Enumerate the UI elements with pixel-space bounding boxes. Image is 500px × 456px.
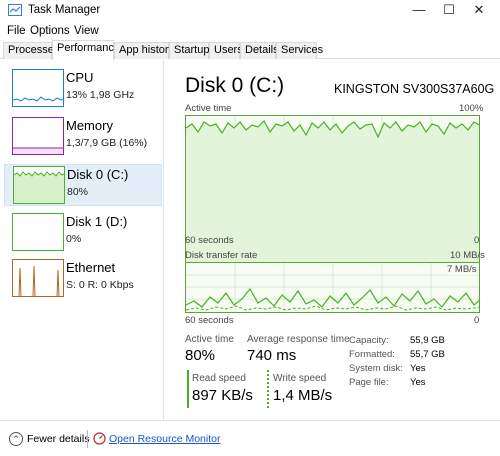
memory-thumbnail	[12, 117, 64, 155]
sidebar-item-value: 0%	[66, 233, 82, 245]
response-time-value: 740 ms	[247, 347, 297, 364]
sidebar-item-disk-1[interactable]: Disk 1 (D:) 0%	[4, 212, 162, 254]
system-disk-value: Yes	[410, 363, 426, 374]
tab-details[interactable]: Details	[240, 42, 279, 59]
tab-services[interactable]: Services	[276, 42, 323, 59]
sidebar-item-cpu[interactable]: CPU 13% 1,98 GHz	[4, 68, 162, 110]
page-file-label: Page file:	[349, 377, 389, 388]
menu-options[interactable]: Options	[30, 25, 70, 37]
read-speed-value: 897 KB/s	[192, 387, 253, 404]
sidebar-item-disk-0[interactable]: Disk 0 (C:) 80%	[4, 164, 162, 206]
minimize-button[interactable]: —	[404, 0, 434, 20]
transfer-graph-label: Disk transfer rate	[185, 250, 258, 261]
read-speed-indicator	[187, 370, 189, 408]
tab-users[interactable]: Users	[209, 42, 243, 59]
resource-monitor-icon	[93, 432, 106, 445]
active-time-graph-span: 60 seconds	[185, 235, 234, 246]
footer-bar: ⌃ Fewer details Open Resource Monitor	[0, 420, 500, 456]
transfer-graph-max: 10 MB/s	[450, 250, 485, 261]
menu-view[interactable]: View	[74, 25, 99, 37]
system-disk-label: System disk:	[349, 363, 403, 374]
disk-1-thumbnail	[12, 213, 64, 251]
capacity-label: Capacity:	[349, 335, 389, 346]
task-manager-icon	[8, 4, 22, 16]
title-bar: Task Manager — ☐ ✕	[0, 0, 500, 22]
close-button[interactable]: ✕	[464, 0, 494, 20]
read-speed-label: Read speed	[192, 373, 246, 384]
sidebar-item-value: 1,3/7,9 GB (16%)	[66, 137, 148, 149]
page-title: Disk 0 (C:)	[185, 74, 285, 97]
sidebar-item-memory[interactable]: Memory 1,3/7,9 GB (16%)	[4, 116, 162, 158]
active-time-label: Active time	[185, 334, 234, 345]
active-time-graph-min: 0	[474, 235, 480, 246]
sidebar-item-value: 80%	[67, 186, 89, 198]
response-time-label: Average response time	[247, 334, 350, 345]
ethernet-thumbnail	[12, 259, 64, 297]
transfer-graph-span: 60 seconds	[185, 315, 234, 326]
maximize-button[interactable]: ☐	[434, 0, 464, 20]
disk-detail-panel: Disk 0 (C:) KINGSTON SV300S37A60G Active…	[172, 60, 494, 420]
sidebar-item-value: S: 0 R: 0 Kbps	[66, 279, 134, 291]
write-speed-indicator	[267, 370, 269, 408]
write-speed-label: Write speed	[273, 373, 327, 384]
sidebar-item-label: CPU	[66, 70, 94, 85]
sidebar-item-value: 13% 1,98 GHz	[66, 89, 135, 101]
sidebar-item-label: Memory	[66, 118, 113, 133]
transfer-graph-inner-label: 7 MB/s	[447, 264, 477, 275]
tab-app-history[interactable]: App history	[114, 42, 174, 59]
open-resource-monitor-link[interactable]: Open Resource Monitor	[109, 433, 220, 445]
sidebar-item-label: Disk 0 (C:)	[67, 167, 129, 182]
transfer-graph	[185, 262, 480, 313]
formatted-label: Formatted:	[349, 349, 395, 360]
resource-sidebar: CPU 13% 1,98 GHz Memory 1,3/7,9 GB (16%)…	[0, 60, 164, 420]
sidebar-item-label: Disk 1 (D:)	[66, 214, 128, 229]
transfer-graph-min: 0	[474, 315, 480, 326]
chevron-up-icon[interactable]: ⌃	[9, 432, 23, 446]
page-file-value: Yes	[410, 377, 426, 388]
footer-divider	[87, 430, 88, 448]
tab-strip: Processes Performance App history Startu…	[0, 40, 500, 60]
write-speed-value: 1,4 MB/s	[273, 387, 333, 404]
cpu-thumbnail	[12, 69, 64, 107]
window-title: Task Manager	[28, 4, 101, 16]
disk-0-thumbnail	[13, 166, 65, 204]
tab-startup[interactable]: Startup	[169, 42, 209, 59]
active-time-graph-label: Active time	[185, 103, 232, 114]
tab-performance[interactable]: Performance	[52, 40, 120, 60]
tab-processes[interactable]: Processes	[3, 42, 59, 59]
disk-model: KINGSTON SV300S37A60G	[334, 82, 495, 96]
sidebar-item-label: Ethernet	[66, 260, 116, 275]
sidebar-item-ethernet[interactable]: Ethernet S: 0 R: 0 Kbps	[4, 258, 162, 300]
active-time-graph-max: 100%	[459, 103, 484, 114]
menu-bar: File Options View	[0, 22, 500, 41]
active-time-value: 80%	[185, 347, 216, 364]
fewer-details-button[interactable]: Fewer details	[27, 433, 89, 445]
menu-file[interactable]: File	[7, 25, 26, 37]
capacity-value: 55,9 GB	[410, 335, 445, 346]
formatted-value: 55,7 GB	[410, 349, 445, 360]
